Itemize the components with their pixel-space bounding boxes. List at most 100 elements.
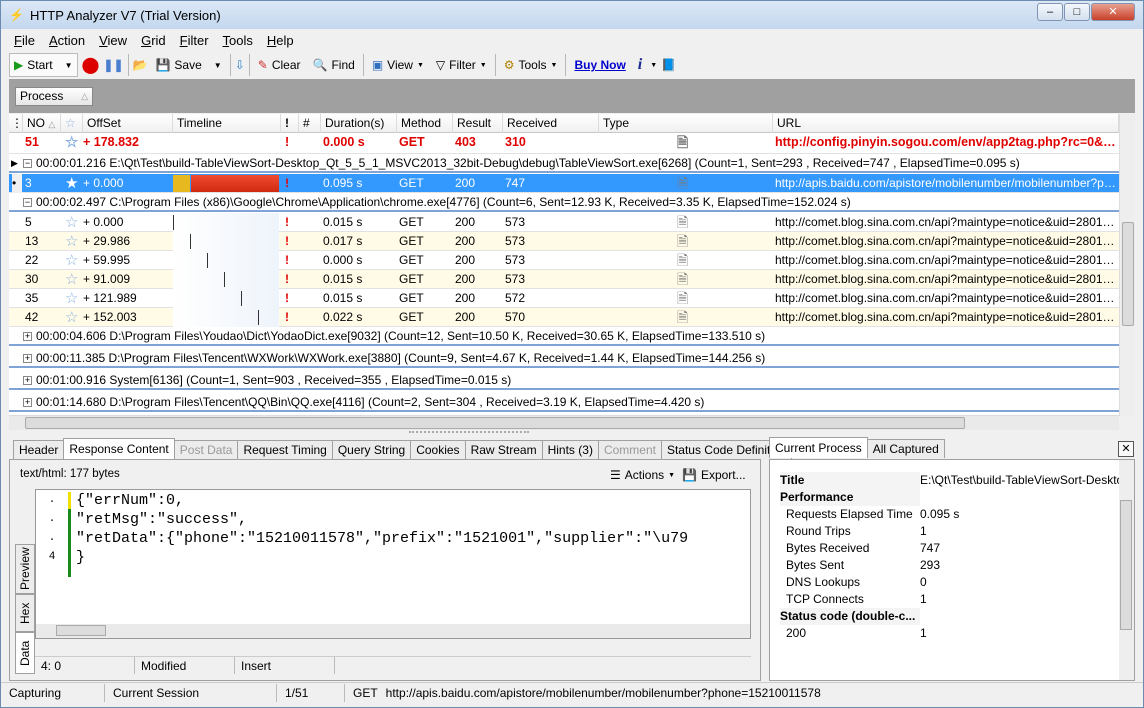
help-book-icon[interactable]: 📘: [661, 58, 676, 72]
summary-scrollbar[interactable]: [1119, 460, 1134, 680]
star-outline-icon: ☆: [65, 233, 79, 250]
save-button[interactable]: 💾 Save ▼: [151, 53, 225, 77]
expand-icon[interactable]: +: [23, 398, 32, 408]
scroll-thumb[interactable]: [56, 625, 106, 636]
tab-request-timing[interactable]: Request Timing: [237, 440, 333, 460]
menu-help[interactable]: Help: [260, 31, 301, 51]
column-type[interactable]: Type: [599, 114, 773, 133]
tab-query-string[interactable]: Query String: [331, 440, 412, 460]
cell-result: 403: [455, 135, 476, 149]
cell-url: http://config.pinyin.sogou.com/env/app2t…: [775, 135, 1119, 149]
grid-vertical-scrollbar[interactable]: [1119, 114, 1135, 416]
chevron-down-icon[interactable]: ▼: [65, 61, 73, 70]
response-editor[interactable]: . {"errNum":0,. "retMsg":"success",. "retDa…: [35, 489, 751, 639]
table-row[interactable]: • 3 ★ + 0.000! 0.095 s GET 200 747 🗎 http://apis.…: [9, 174, 1119, 193]
cell-offset: + 29.986: [83, 234, 131, 248]
column-result[interactable]: Result: [453, 114, 503, 133]
group-row[interactable]: −00:00:02.497 C:\Program Files (x86)\Goo…: [9, 193, 1119, 212]
open-folder-icon[interactable]: 📂: [133, 58, 148, 72]
column-offset[interactable]: OffSet: [83, 114, 173, 133]
menu-tools[interactable]: Tools: [216, 31, 260, 51]
menu-filter[interactable]: Filter: [173, 31, 216, 51]
column-hash[interactable]: #: [299, 114, 321, 133]
actions-button[interactable]: ☰ Actions ▼: [610, 468, 675, 482]
column-timeline[interactable]: Timeline: [173, 114, 281, 133]
star-column-icon[interactable]: ☆: [61, 114, 83, 133]
expand-icon[interactable]: +: [23, 332, 32, 342]
group-row[interactable]: +00:00:04.606 D:\Program Files\Youdao\Di…: [9, 327, 1119, 346]
column-chooser-icon[interactable]: ⋮: [9, 114, 23, 133]
menu-action[interactable]: Action: [42, 31, 92, 51]
menu-file[interactable]: File: [7, 31, 42, 51]
scroll-thumb[interactable]: [1122, 222, 1134, 326]
group-row[interactable]: +00:01:14.680 D:\Program Files\Tencent\Q…: [9, 393, 1119, 412]
column-url[interactable]: URL: [773, 114, 1119, 133]
cell-no: 5: [25, 215, 32, 229]
tab-hints-3[interactable]: Hints (3): [541, 440, 599, 460]
chevron-down-icon[interactable]: ▼: [214, 61, 222, 70]
group-by-label: Process: [20, 89, 64, 103]
collapse-icon[interactable]: −: [23, 159, 32, 169]
menu-view[interactable]: View: [92, 31, 134, 51]
tab-raw-stream[interactable]: Raw Stream: [464, 440, 543, 460]
clear-button[interactable]: ✎ Clear: [254, 53, 305, 77]
table-row[interactable]: 42 ☆ + 152.003! 0.022 s GET 200 570 🗎 http://com…: [9, 308, 1119, 327]
table-row[interactable]: 35 ☆ + 121.989! 0.015 s GET 200 572 🗎 http://com…: [9, 289, 1119, 308]
table-row[interactable]: 22 ☆ + 59.995! 0.000 s GET 200 573 🗎 http://come…: [9, 251, 1119, 270]
column-flag[interactable]: !: [281, 114, 299, 133]
scroll-thumb[interactable]: [25, 417, 965, 429]
tab-all-captured[interactable]: All Captured: [866, 439, 945, 458]
grid-horizontal-scrollbar[interactable]: [9, 415, 1119, 430]
expand-icon[interactable]: +: [23, 376, 32, 386]
splitter-handle[interactable]: [409, 431, 529, 435]
tab-header[interactable]: Header: [13, 440, 65, 460]
column-method[interactable]: Method: [397, 114, 453, 133]
column-no[interactable]: NO △: [23, 114, 61, 133]
view-button[interactable]: ▣ View ▼: [368, 53, 428, 77]
filter-button[interactable]: ▽ Filter ▼: [432, 53, 491, 77]
menu-grid[interactable]: Grid: [134, 31, 173, 51]
pause-icon[interactable]: ❚❚: [103, 58, 123, 72]
group-row[interactable]: ▶ −00:00:01.216 E:\Qt\Test\build-TableVie…: [9, 154, 1119, 173]
table-row[interactable]: 13 ☆ + 29.986! 0.017 s GET 200 573 🗎 http://come…: [9, 232, 1119, 251]
close-button[interactable]: ✕: [1091, 3, 1135, 21]
group-by-process-button[interactable]: Process △: [15, 87, 93, 106]
group-row[interactable]: +00:01:00.916 System[6136] (Count=1, Sen…: [9, 371, 1119, 390]
view-tab-data[interactable]: Data: [15, 632, 35, 674]
floppy-icon: 💾: [155, 58, 171, 72]
property-value: 293: [920, 557, 1120, 574]
table-row[interactable]: 5 ☆ + 0.000! 0.015 s GET 200 573 🗎 http://comet.…: [9, 213, 1119, 232]
tools-button[interactable]: ⚙ Tools ▼: [500, 53, 562, 77]
scroll-thumb[interactable]: [1120, 500, 1132, 630]
cell-duration: 0.000 s: [323, 135, 365, 149]
column-received[interactable]: Received: [503, 114, 599, 133]
collapse-icon[interactable]: −: [23, 198, 32, 208]
tab-current-process[interactable]: Current Process: [769, 437, 868, 458]
view-tab-hex[interactable]: Hex: [15, 594, 35, 632]
start-button[interactable]: ▶ Start ▼: [9, 53, 78, 77]
tab-cookies[interactable]: Cookies: [410, 440, 466, 460]
table-row[interactable]: 30 ☆ + 91.009! 0.015 s GET 200 573 🗎 http://come…: [9, 270, 1119, 289]
buy-now-link[interactable]: Buy Now: [570, 58, 629, 72]
minimize-button[interactable]: –: [1037, 3, 1063, 21]
stop-record-icon[interactable]: ⬤: [82, 55, 100, 75]
editor-horizontal-scrollbar[interactable]: [36, 624, 750, 638]
chevron-down-icon[interactable]: ▼: [650, 62, 657, 69]
tab-comment[interactable]: Comment: [597, 440, 662, 460]
export-button[interactable]: 💾 Export...: [682, 468, 746, 482]
column-duration[interactable]: Duration(s): [321, 114, 397, 133]
expand-icon[interactable]: +: [23, 354, 32, 364]
tab-response-content[interactable]: Response Content: [63, 438, 175, 459]
tab-post-data[interactable]: Post Data: [173, 440, 239, 460]
group-row[interactable]: +00:00:11.385 D:\Program Files\Tencent\W…: [9, 349, 1119, 368]
funnel-icon: ▽: [435, 58, 446, 72]
info-icon[interactable]: i: [634, 56, 646, 74]
view-tab-preview[interactable]: Preview: [15, 544, 35, 594]
table-row[interactable]: 51 ☆ + 178.832! 0.000 s GET 403 310 🗎 http://con…: [9, 133, 1119, 154]
code-line: {"errNum":0,: [76, 492, 185, 509]
find-button[interactable]: 🔍 Find: [309, 53, 359, 77]
maximize-button[interactable]: □: [1064, 3, 1090, 21]
close-panel-icon[interactable]: ✕: [1118, 441, 1134, 457]
autoscroll-icon[interactable]: ⇩: [235, 58, 245, 72]
change-marker: [68, 492, 71, 509]
